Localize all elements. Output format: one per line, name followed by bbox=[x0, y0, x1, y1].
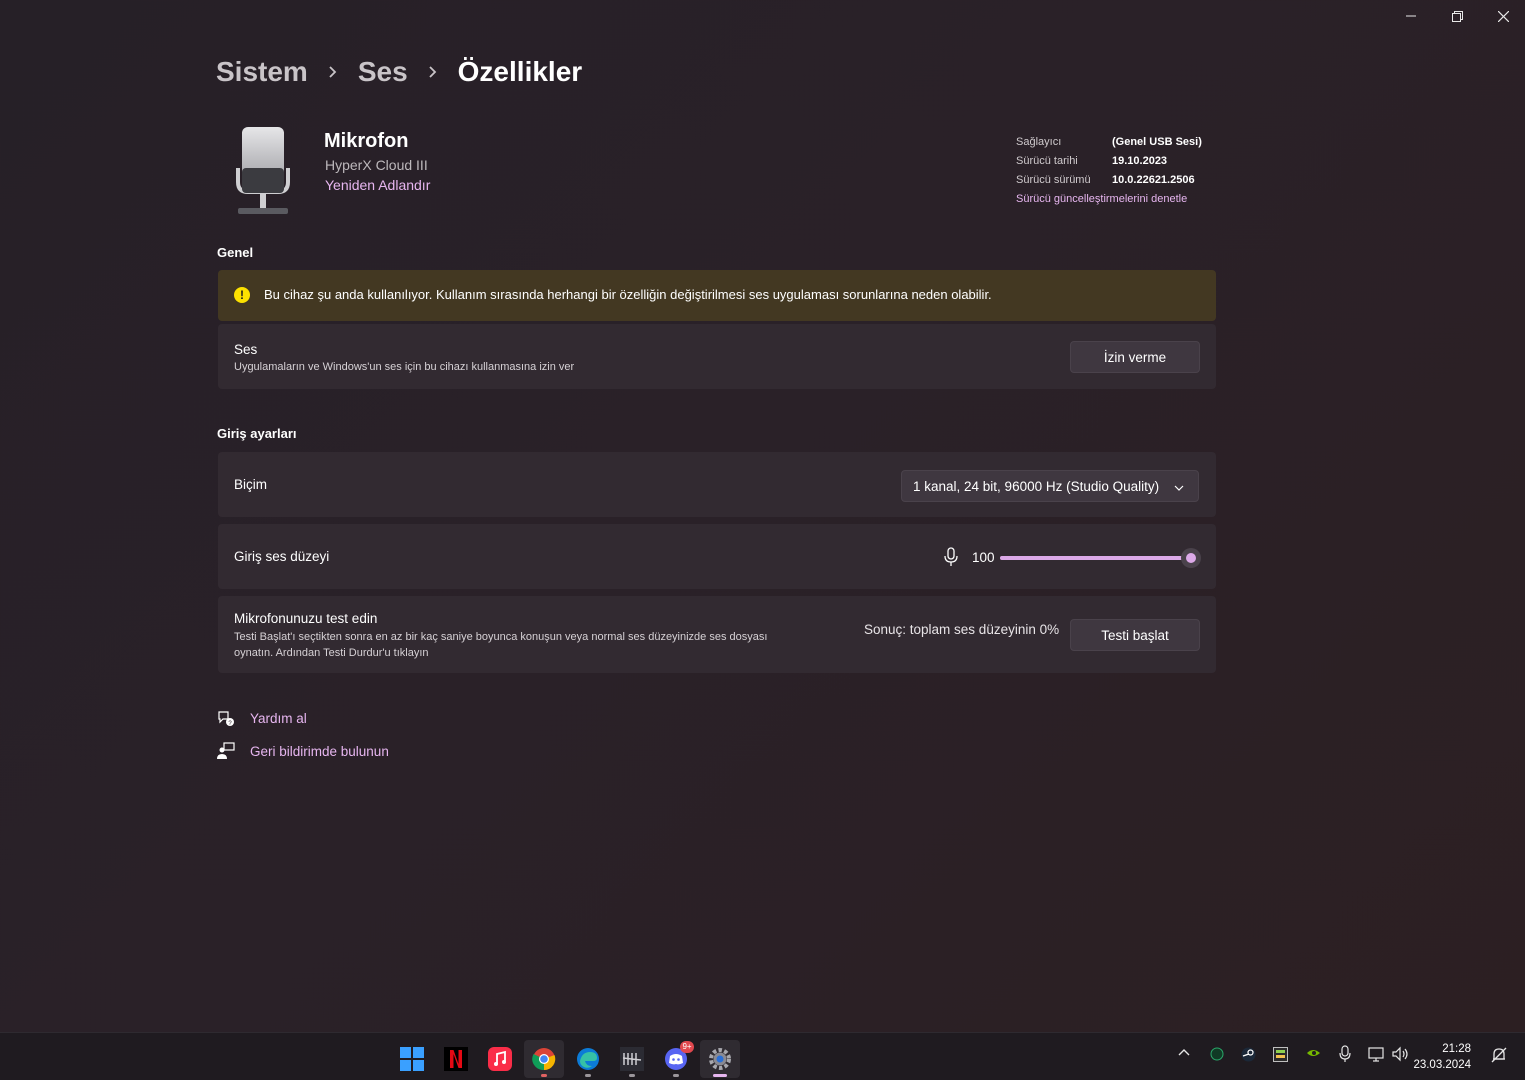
audio-title: Ses bbox=[234, 342, 258, 357]
driver-date-label: Sürücü tarihi bbox=[1016, 155, 1078, 167]
breadcrumb: Sistem Ses Özellikler bbox=[216, 56, 582, 88]
start-test-button[interactable]: Testi başlat bbox=[1070, 619, 1200, 651]
discord-icon[interactable]: 9+ bbox=[656, 1040, 696, 1078]
restore-button[interactable] bbox=[1434, 0, 1480, 32]
clock-time: 21:28 bbox=[1442, 1043, 1471, 1055]
chevron-right-icon bbox=[326, 65, 340, 79]
slider-thumb[interactable] bbox=[1181, 548, 1201, 568]
apple-music-icon[interactable] bbox=[480, 1040, 520, 1078]
rename-link[interactable]: Yeniden Adlandır bbox=[325, 177, 430, 193]
page-title: Özellikler bbox=[457, 56, 583, 87]
feedback-icon bbox=[217, 742, 235, 765]
warning-text: Bu cihaz şu anda kullanılıyor. Kullanım … bbox=[264, 287, 992, 302]
taskbar: 9+ 21:28 23.03.2024 bbox=[0, 1032, 1525, 1080]
steam-icon[interactable] bbox=[1241, 1047, 1256, 1065]
chrome-icon[interactable] bbox=[524, 1040, 564, 1078]
volume-icon[interactable] bbox=[1392, 1046, 1410, 1065]
driver-version-value: 10.0.22621.2506 bbox=[1112, 174, 1195, 186]
clock-date: 23.03.2024 bbox=[1413, 1059, 1471, 1071]
microphone-in-use-icon[interactable] bbox=[1339, 1045, 1351, 1066]
format-card: Biçim 1 kanal, 24 bit, 96000 Hz (Studio … bbox=[218, 452, 1216, 517]
driver-update-link[interactable]: Sürücü güncelleştirmelerini denetle bbox=[1016, 193, 1187, 205]
format-selected-value: 1 kanal, 24 bit, 96000 Hz (Studio Qualit… bbox=[913, 478, 1160, 494]
chevron-down-icon bbox=[1174, 481, 1184, 496]
microphone-device-icon bbox=[232, 124, 294, 218]
audio-permission-card: Ses Uygulamaların ve Windows'un ses için… bbox=[218, 324, 1216, 389]
input-volume-value: 100 bbox=[972, 550, 995, 565]
netflix-icon[interactable] bbox=[436, 1040, 476, 1078]
network-icon[interactable] bbox=[1368, 1046, 1386, 1065]
mic-test-desc-line1: Testi Başlat'ı seçtikten sonra en az bir… bbox=[234, 631, 768, 643]
settings-icon[interactable] bbox=[700, 1040, 740, 1078]
clock[interactable]: 21:28 23.03.2024 bbox=[1413, 1041, 1471, 1073]
provider-value: (Genel USB Sesi) bbox=[1112, 136, 1202, 148]
tray-app-grid-icon[interactable] bbox=[1273, 1047, 1288, 1065]
close-button[interactable] bbox=[1480, 0, 1525, 32]
warning-infobar: ! Bu cihaz şu anda kullanılıyor. Kullanı… bbox=[218, 270, 1216, 321]
slider-fill bbox=[1000, 556, 1191, 560]
input-volume-label: Giriş ses düzeyi bbox=[234, 549, 330, 564]
device-model: HyperX Cloud III bbox=[325, 157, 428, 173]
dead-by-daylight-icon[interactable] bbox=[612, 1040, 652, 1078]
microphone-icon[interactable] bbox=[943, 547, 959, 572]
notification-bell-icon[interactable] bbox=[1491, 1047, 1507, 1066]
deny-audio-button[interactable]: İzin verme bbox=[1070, 341, 1200, 373]
mic-test-title: Mikrofonunuzu test edin bbox=[234, 611, 378, 626]
active-indicator bbox=[713, 1074, 727, 1077]
format-label: Biçim bbox=[234, 477, 267, 492]
edge-icon[interactable] bbox=[568, 1040, 608, 1078]
feedback-link[interactable]: Geri bildirimde bulunun bbox=[250, 744, 389, 759]
driver-date-value: 19.10.2023 bbox=[1112, 155, 1168, 167]
running-indicator bbox=[629, 1074, 635, 1077]
chevron-right-icon bbox=[426, 65, 440, 79]
running-indicator bbox=[673, 1074, 679, 1077]
running-indicator bbox=[585, 1074, 591, 1077]
device-name: Mikrofon bbox=[324, 130, 409, 152]
format-dropdown[interactable]: 1 kanal, 24 bit, 96000 Hz (Studio Qualit… bbox=[901, 470, 1199, 502]
windows-start-icon[interactable] bbox=[392, 1040, 432, 1078]
breadcrumb-sistem[interactable]: Sistem bbox=[216, 56, 308, 88]
input-volume-slider[interactable] bbox=[1000, 548, 1201, 568]
get-help-link[interactable]: Yardım al bbox=[250, 711, 307, 726]
nvidia-icon[interactable] bbox=[1306, 1047, 1321, 1062]
running-indicator bbox=[541, 1074, 547, 1077]
provider-label: Sağlayıcı bbox=[1016, 136, 1062, 148]
minimize-button[interactable] bbox=[1388, 0, 1434, 32]
tray-app-green-icon[interactable] bbox=[1210, 1047, 1224, 1064]
mic-test-desc-line2: oynatın. Ardından Testi Durdur'u tıklayı… bbox=[234, 647, 429, 659]
chevron-up-icon[interactable] bbox=[1178, 1047, 1190, 1062]
audio-subtitle: Uygulamaların ve Windows'un ses için bu … bbox=[234, 361, 575, 373]
section-title-general: Genel bbox=[217, 245, 254, 260]
get-help-icon: ? bbox=[217, 709, 235, 732]
mic-test-card: Mikrofonunuzu test edin Testi Başlat'ı s… bbox=[218, 596, 1216, 673]
driver-version-label: Sürücü sürümü bbox=[1016, 174, 1091, 186]
breadcrumb-ses[interactable]: Ses bbox=[358, 56, 408, 88]
discord-badge: 9+ bbox=[680, 1041, 694, 1053]
warning-icon: ! bbox=[234, 287, 250, 303]
section-title-input: Giriş ayarları bbox=[217, 426, 297, 441]
input-volume-card: Giriş ses düzeyi 100 bbox=[218, 524, 1216, 589]
mic-test-result: Sonuç: toplam ses düzeyinin 0% bbox=[864, 622, 1060, 637]
